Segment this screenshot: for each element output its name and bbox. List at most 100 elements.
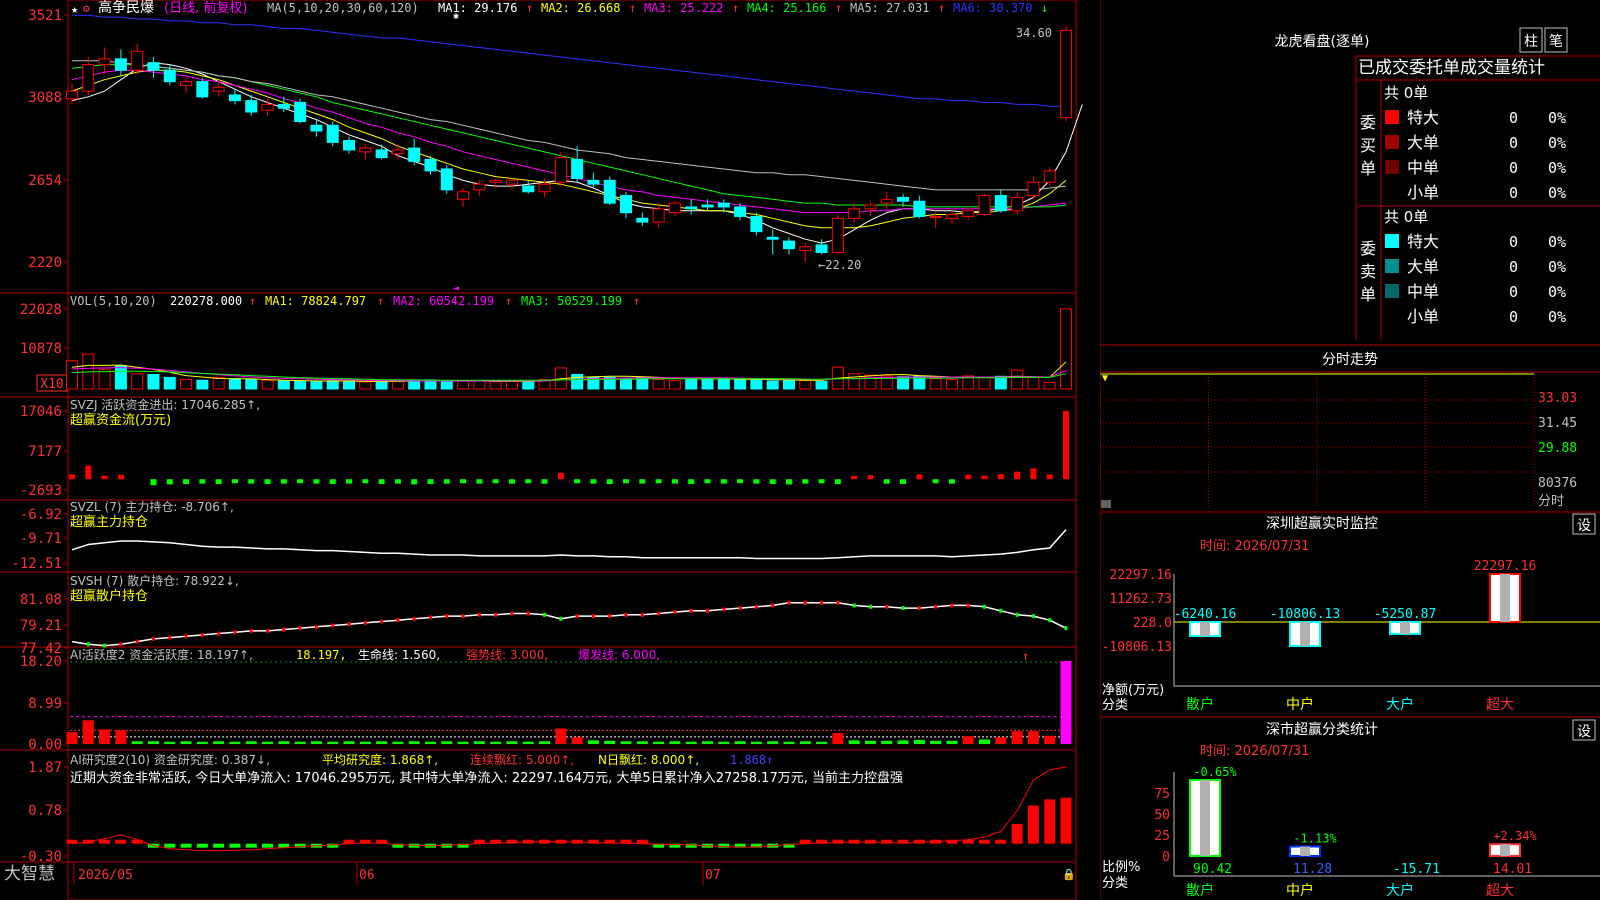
candle[interactable] xyxy=(620,195,633,214)
fund-flow-bar[interactable] xyxy=(248,479,255,484)
fund-flow-bar[interactable] xyxy=(460,479,467,484)
net-bar[interactable] xyxy=(1389,621,1421,635)
activity-bar[interactable] xyxy=(327,741,339,744)
candle[interactable] xyxy=(831,217,844,254)
volume-bar[interactable] xyxy=(261,379,274,390)
candle[interactable] xyxy=(945,214,958,219)
activity-bar[interactable] xyxy=(620,741,632,744)
candle[interactable] xyxy=(489,179,502,183)
activity-bar[interactable] xyxy=(278,741,290,744)
ratio-bar[interactable] xyxy=(1489,843,1521,858)
activity-bar[interactable] xyxy=(864,740,876,744)
candle[interactable] xyxy=(245,100,258,113)
fund-flow-bar[interactable] xyxy=(101,475,108,480)
volume-bar[interactable] xyxy=(245,379,258,390)
volume-bar[interactable] xyxy=(1027,376,1040,390)
fund-flow-bar[interactable] xyxy=(297,479,304,484)
candle[interactable] xyxy=(228,94,241,102)
activity-bar[interactable] xyxy=(571,737,583,744)
candle[interactable] xyxy=(1043,170,1056,183)
ratio-bar[interactable] xyxy=(1289,845,1321,857)
activity-bar[interactable] xyxy=(1027,731,1039,744)
volume-bar[interactable] xyxy=(228,377,241,390)
fund-flow-bar[interactable] xyxy=(639,479,646,484)
candle[interactable] xyxy=(734,206,747,217)
activity-bar[interactable] xyxy=(750,741,762,744)
fund-flow-bar[interactable] xyxy=(932,479,939,484)
activity-bar[interactable] xyxy=(1044,735,1056,744)
activity-bar[interactable] xyxy=(702,741,714,744)
candle[interactable] xyxy=(864,204,877,210)
net-bar[interactable] xyxy=(1189,621,1221,638)
research-bar[interactable] xyxy=(1044,799,1056,844)
fund-flow-bar[interactable] xyxy=(525,479,532,484)
activity-bar[interactable] xyxy=(685,741,697,744)
volume-bar[interactable] xyxy=(375,381,388,390)
activity-bar[interactable] xyxy=(995,737,1007,744)
research-bar[interactable] xyxy=(164,843,176,848)
fund-flow-bar[interactable] xyxy=(378,479,385,485)
volume-bar[interactable] xyxy=(489,381,502,390)
activity-bar[interactable] xyxy=(392,741,404,744)
volume-bar[interactable] xyxy=(782,379,795,390)
fund-flow-bar[interactable] xyxy=(574,479,581,484)
activity-bar[interactable] xyxy=(213,741,225,744)
candle[interactable] xyxy=(554,157,567,183)
fund-flow-bar[interactable] xyxy=(69,474,75,480)
candle[interactable] xyxy=(277,103,290,109)
activity-bar[interactable] xyxy=(522,741,534,744)
candle[interactable] xyxy=(473,183,486,191)
candle[interactable] xyxy=(505,179,518,185)
research-bar[interactable] xyxy=(995,839,1007,844)
activity-bar[interactable] xyxy=(457,741,469,744)
candle[interactable] xyxy=(782,240,795,250)
research-bar[interactable] xyxy=(1011,824,1023,844)
fund-flow-bar[interactable] xyxy=(606,479,613,485)
fund-flow-bar[interactable] xyxy=(671,479,678,484)
fund-flow-bar[interactable] xyxy=(900,479,907,485)
candle[interactable] xyxy=(522,185,535,193)
activity-bar[interactable] xyxy=(441,741,453,744)
activity-bar[interactable] xyxy=(424,741,436,744)
activity-bar[interactable] xyxy=(473,741,485,744)
research-bar[interactable] xyxy=(180,843,192,848)
fund-flow-bar[interactable] xyxy=(557,472,564,480)
volume-bar[interactable] xyxy=(196,379,209,390)
candle[interactable] xyxy=(457,191,470,200)
fund-flow-bar[interactable] xyxy=(851,476,858,480)
candle[interactable] xyxy=(261,103,274,111)
volume-bar[interactable] xyxy=(310,380,323,390)
candle[interactable] xyxy=(978,195,991,216)
research-bar[interactable] xyxy=(1060,797,1072,844)
volume-bar[interactable] xyxy=(848,373,861,390)
fund-flow-bar[interactable] xyxy=(183,479,190,485)
volume-bar[interactable] xyxy=(734,379,747,390)
candle[interactable] xyxy=(587,179,600,185)
volume-bar[interactable] xyxy=(359,381,372,390)
volume-bar[interactable] xyxy=(815,380,828,390)
activity-bar[interactable] xyxy=(99,729,111,744)
volume-bar[interactable] xyxy=(343,380,356,390)
volume-bar[interactable] xyxy=(978,377,991,390)
fund-flow-bar[interactable] xyxy=(655,479,662,484)
research-bar[interactable] xyxy=(506,839,518,844)
activity-bar[interactable] xyxy=(783,741,795,744)
activity-bar[interactable] xyxy=(245,741,257,744)
activity-bar[interactable] xyxy=(147,741,159,744)
research-bar[interactable] xyxy=(832,839,844,844)
fund-flow-bar[interactable] xyxy=(427,479,434,485)
fund-flow-bar[interactable] xyxy=(166,479,173,485)
fund-flow-bar[interactable] xyxy=(231,479,238,484)
activity-bar[interactable] xyxy=(653,741,665,744)
candle[interactable] xyxy=(131,50,144,71)
volume-bar[interactable] xyxy=(717,378,730,390)
fund-flow-bar[interactable] xyxy=(753,479,760,484)
volume-bar[interactable] xyxy=(505,380,518,390)
candle[interactable] xyxy=(98,58,111,66)
candle[interactable] xyxy=(1060,29,1072,119)
activity-bar[interactable] xyxy=(962,736,974,744)
fund-flow-bar[interactable] xyxy=(362,479,369,484)
fund-flow-bar[interactable] xyxy=(346,479,353,484)
volume-bar[interactable] xyxy=(1060,308,1072,390)
activity-bar[interactable] xyxy=(1011,731,1023,744)
